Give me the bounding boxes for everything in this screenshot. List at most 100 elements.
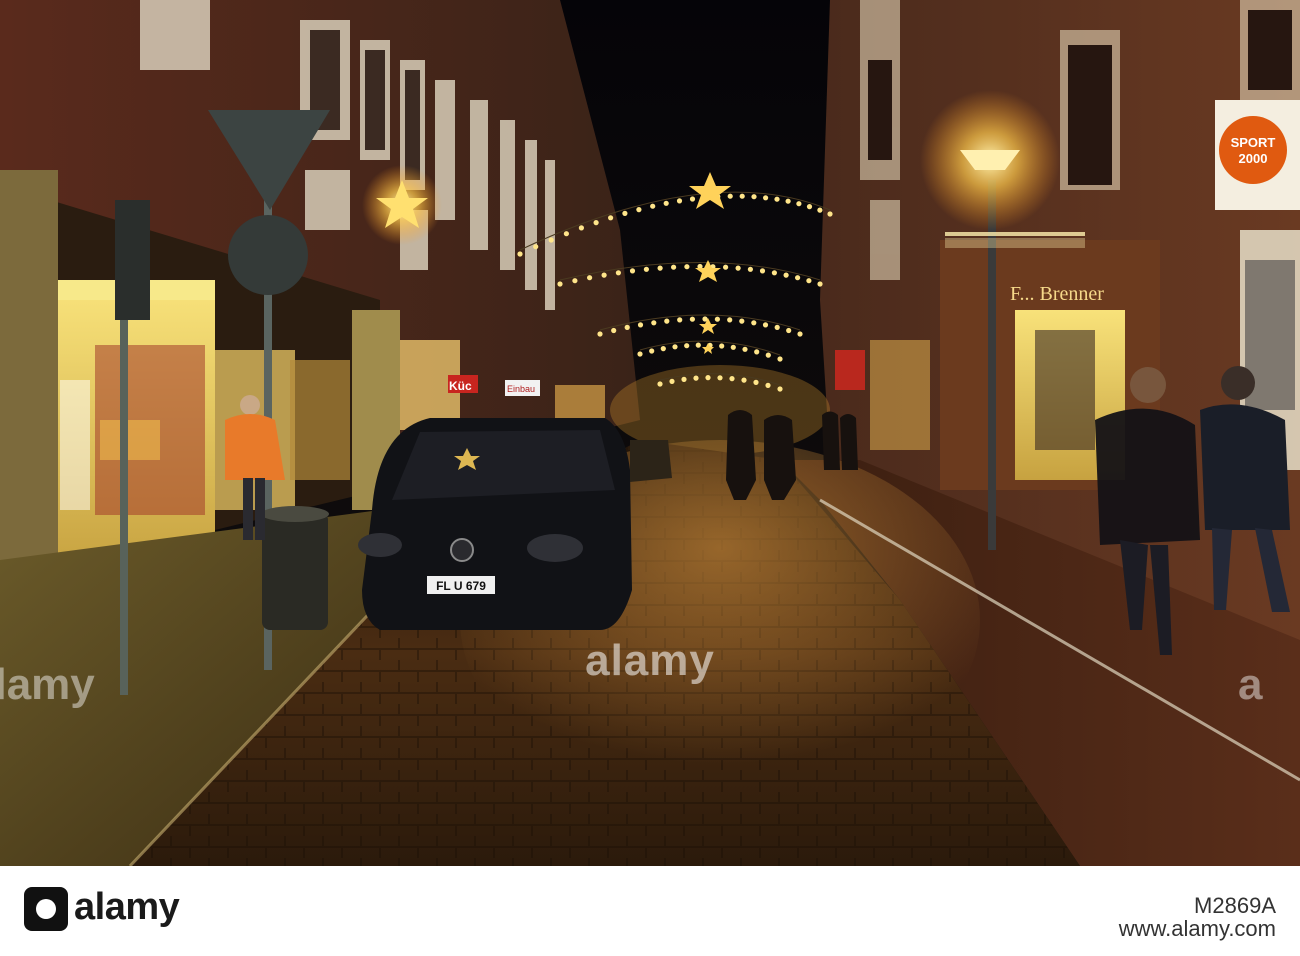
shop-display-clothes xyxy=(1035,330,1095,450)
light-bulb xyxy=(629,268,636,274)
light-bulb xyxy=(759,268,766,274)
light-bulb xyxy=(827,211,833,217)
night-street-photo: Küc Einbau F... Brenner SPORT 2000 FL U … xyxy=(0,0,1300,866)
stock-photo-page: Küc Einbau F... Brenner SPORT 2000 FL U … xyxy=(0,0,1300,956)
light-bulb xyxy=(719,343,725,349)
light-bulb xyxy=(727,193,733,199)
light-bulb xyxy=(611,327,617,334)
light-bulb xyxy=(597,331,603,337)
light-bulb xyxy=(785,198,791,204)
light-bulb xyxy=(806,278,812,284)
image-id-site: www.alamy.com xyxy=(1118,916,1276,942)
light-bulb xyxy=(643,266,650,272)
light-bulb xyxy=(747,266,754,272)
light-bulb xyxy=(660,346,666,352)
light-bulb xyxy=(796,201,802,207)
round-sign-back xyxy=(228,215,308,295)
light-bulb xyxy=(637,351,643,357)
light-bulb xyxy=(663,200,669,206)
watermark-center: alamy xyxy=(585,636,715,685)
second-car xyxy=(630,440,672,482)
license-plate: FL U 679 xyxy=(436,579,486,593)
light-bulb xyxy=(677,317,683,323)
shop-window-right xyxy=(290,360,350,480)
light-bulb xyxy=(637,322,644,328)
light-bulb xyxy=(689,196,696,202)
light-bulb xyxy=(649,348,655,354)
light-bulb xyxy=(650,203,656,209)
light-bulb xyxy=(751,194,757,200)
light-bulb xyxy=(557,281,563,287)
light-bulb xyxy=(777,356,783,362)
footer-bar: alamy M2869A www.alamy.com xyxy=(0,866,1300,956)
light-bulb xyxy=(563,231,570,237)
light-bulb xyxy=(681,376,687,382)
watermark-left: alamy xyxy=(0,660,95,709)
shop-sign-einbau: Einbau xyxy=(507,384,535,394)
street-scene: Küc Einbau F... Brenner SPORT 2000 FL U … xyxy=(0,0,1300,866)
light-bulb xyxy=(689,316,696,322)
light-bulb xyxy=(684,264,690,270)
parked-car: FL U 679 xyxy=(358,418,632,630)
watermark-right: a xyxy=(1238,660,1263,709)
sport-logo-line2: 2000 xyxy=(1239,151,1268,166)
light-bulb xyxy=(572,278,578,284)
light-bulb xyxy=(774,324,780,330)
light-bulb xyxy=(817,207,823,213)
light-bulb xyxy=(771,270,778,276)
light-bulb xyxy=(657,381,663,387)
light-bulb xyxy=(717,375,723,381)
light-bulb xyxy=(723,264,729,270)
light-bulb xyxy=(795,275,801,281)
light-bulb xyxy=(533,244,539,250)
light-bulb xyxy=(615,270,622,276)
light-bulb xyxy=(676,198,683,204)
light-bulb xyxy=(622,210,628,216)
light-bulb xyxy=(548,237,554,243)
light-bulb xyxy=(684,343,690,349)
light-bulb xyxy=(624,324,630,330)
light-bulb xyxy=(762,322,769,328)
light-bulb xyxy=(593,220,599,226)
light-bulb xyxy=(774,196,780,202)
sign-back-front xyxy=(115,200,150,320)
light-bulb xyxy=(636,207,642,213)
red-awning xyxy=(835,350,865,390)
sport-logo-line1: SPORT xyxy=(1231,135,1276,150)
light-bulb xyxy=(651,320,657,326)
right-far-shop xyxy=(870,340,930,450)
light-bulb xyxy=(693,375,699,381)
shop-icicle-lights xyxy=(945,232,1085,248)
light-bulb xyxy=(672,344,678,350)
light-bulb xyxy=(817,281,823,287)
light-bulb xyxy=(669,378,675,384)
wall-star-light xyxy=(362,165,442,245)
light-bulb xyxy=(517,251,523,257)
light-bulb xyxy=(742,346,748,352)
light-bulb xyxy=(777,386,783,392)
light-bulb xyxy=(765,352,771,358)
light-bulb xyxy=(705,375,711,381)
light-bulb xyxy=(601,272,607,278)
light-bulb xyxy=(578,225,585,231)
light-bulb xyxy=(695,342,701,348)
light-bulb xyxy=(739,318,745,324)
trash-can-lid xyxy=(261,506,329,522)
light-bulb xyxy=(664,318,670,324)
shop-sign-kuc: Küc xyxy=(449,379,472,393)
light-bulb xyxy=(763,195,769,201)
light-bulb xyxy=(754,349,760,355)
light-bulb xyxy=(727,317,733,323)
light-bulb xyxy=(765,382,771,388)
light-bulb xyxy=(753,379,759,385)
light-bulb xyxy=(730,344,736,350)
footer-logo[interactable]: alamy xyxy=(24,886,180,931)
light-bulb xyxy=(657,265,663,271)
light-bulb xyxy=(806,204,813,210)
image-id-block: M2869A www.alamy.com xyxy=(1119,894,1276,940)
trash-can xyxy=(262,512,328,630)
light-bulb xyxy=(783,272,789,278)
alamy-logo-icon xyxy=(24,886,68,931)
light-bulb xyxy=(797,331,803,337)
light-bulb xyxy=(729,376,735,382)
